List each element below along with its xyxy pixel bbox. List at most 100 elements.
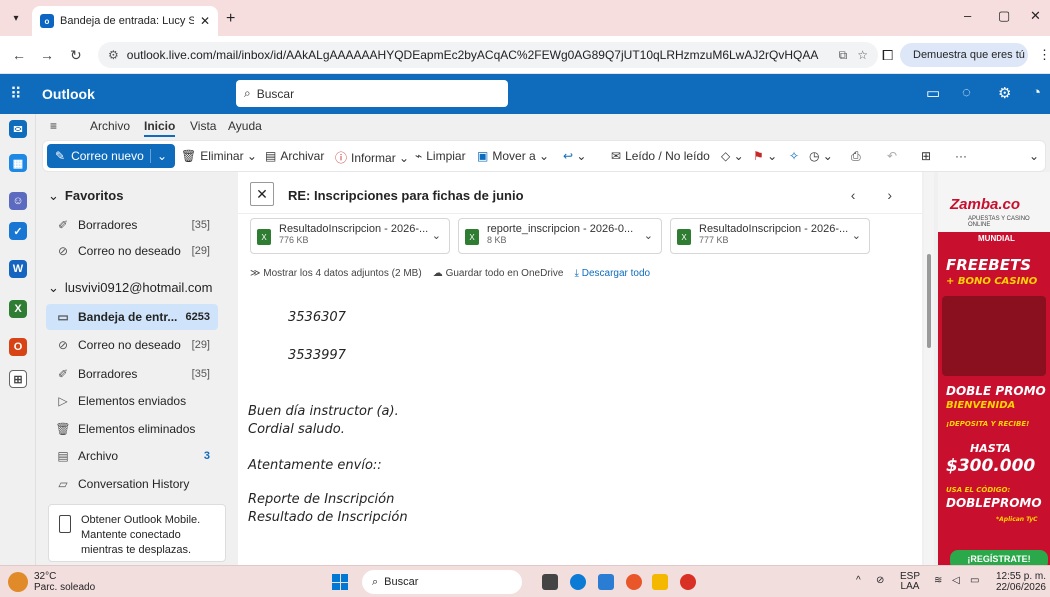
profile-button[interactable]: Demuestra que eres tú xyxy=(900,43,1028,67)
attachment-menu-icon[interactable]: ⌄ xyxy=(852,229,861,242)
folder-drafts[interactable]: ✐ Borradores [35] xyxy=(46,361,218,387)
office-app-icon[interactable]: O xyxy=(9,338,27,356)
url-field[interactable]: ⚙ outlook.live.com/mail/inbox/id/AAkALgA… xyxy=(98,42,878,68)
tab-vista[interactable]: Vista xyxy=(190,119,216,133)
reply-button[interactable]: ↩ ⌄ xyxy=(563,149,586,163)
language-indicator[interactable]: ESP LAA xyxy=(900,572,920,592)
folder-junk[interactable]: ⊘ Correo no deseado [29] xyxy=(46,332,218,358)
start-button[interactable] xyxy=(332,574,348,590)
mail-app-icon[interactable]: ✉ xyxy=(9,120,27,138)
new-tab-button[interactable]: + xyxy=(226,10,235,28)
outlook-brand[interactable]: Outlook xyxy=(42,86,95,102)
people-app-icon[interactable]: ☺ xyxy=(9,192,27,210)
tab-search-icon[interactable]: ▾ xyxy=(8,10,24,26)
search-input[interactable]: ⌕ Buscar xyxy=(236,80,508,107)
ad-register-button[interactable]: ¡REGÍSTRATE! xyxy=(950,550,1048,565)
excel-app-icon[interactable]: X xyxy=(9,300,27,318)
my-day-icon[interactable]: ▭ xyxy=(926,84,940,102)
task-view-icon[interactable] xyxy=(542,574,558,590)
battery-icon[interactable]: ▭ xyxy=(970,576,979,586)
extensions-icon[interactable]: ⧠ xyxy=(882,47,893,64)
edge-icon[interactable] xyxy=(570,574,586,590)
sweep-button[interactable]: ⌁ Limpiar xyxy=(415,149,466,163)
show-attachments-link[interactable]: ≫ Mostrar los 4 datos adjuntos (2 MB) xyxy=(250,268,422,279)
reading-scrollbar[interactable] xyxy=(924,172,934,565)
back-icon[interactable]: ← xyxy=(12,47,26,63)
message-navigation[interactable]: ‹ › xyxy=(851,187,906,203)
flag-button[interactable]: ⚑ ⌄ xyxy=(753,149,777,163)
favorites-header[interactable]: ⌄ Favoritos xyxy=(48,188,123,204)
office-icon[interactable] xyxy=(626,574,642,590)
folder-conversation-history[interactable]: ▱ Conversation History xyxy=(46,471,218,497)
notifications-bell-icon[interactable]: ◌ xyxy=(962,84,971,101)
tab-archivo[interactable]: Archivo xyxy=(90,119,130,133)
folder-archive[interactable]: ▤ Archivo 3 xyxy=(46,443,218,469)
account-avatar-icon[interactable]: ◔ xyxy=(1032,84,1041,101)
new-mail-chevron-icon[interactable]: ⌄ xyxy=(149,149,167,163)
window-close-icon[interactable]: ✕ xyxy=(1030,8,1041,24)
tray-chevron-icon[interactable]: ^ xyxy=(856,576,861,586)
chrome-icon[interactable] xyxy=(680,574,696,590)
browser-tab[interactable]: o Bandeja de entrada: Lucy Stella ✕ xyxy=(32,6,218,36)
calendar-app-icon[interactable]: ▦ xyxy=(9,154,27,172)
pin-icon[interactable]: ✧ xyxy=(789,149,799,163)
reload-icon[interactable]: ↻ xyxy=(70,47,82,64)
inbox-icon: ▭ xyxy=(57,310,69,324)
print-icon[interactable]: ⎙ xyxy=(851,149,861,164)
store-icon[interactable] xyxy=(598,574,614,590)
tag-button[interactable]: ◇ ⌄ xyxy=(721,149,744,163)
folder-inbox[interactable]: ▭ Bandeja de entr... 6253 xyxy=(46,304,218,330)
attachment-card[interactable]: X ResultadoInscripcion - 2026-... 776 KB… xyxy=(250,218,450,254)
site-info-icon[interactable]: ⚙ xyxy=(108,48,119,62)
weather-widget[interactable]: 32°C Parc. soleado xyxy=(8,571,95,593)
app-launcher-icon[interactable]: ⠿ xyxy=(10,84,22,104)
download-all-link[interactable]: ⤓ Descargar todo xyxy=(575,268,651,279)
settings-gear-icon[interactable]: ⚙ xyxy=(998,84,1011,102)
clock[interactable]: 12:55 p. m. 22/06/2026 xyxy=(992,571,1046,593)
close-message-icon[interactable]: ✕ xyxy=(250,182,274,206)
todo-app-icon[interactable]: ✓ xyxy=(9,222,27,240)
report-button[interactable]: ⓘ Informar ⌄ xyxy=(335,149,409,166)
more-options-button[interactable]: ··· xyxy=(955,149,967,163)
undo-icon[interactable]: ↶ xyxy=(887,149,897,163)
install-app-icon[interactable]: ⧉ xyxy=(839,48,848,63)
folder-favorites-drafts[interactable]: ✐ Borradores [35] xyxy=(46,212,218,238)
file-explorer-icon[interactable] xyxy=(652,574,668,590)
tray-mute-icon[interactable]: ⊘ xyxy=(876,576,884,586)
folder-favorites-junk[interactable]: ⊘ Correo no deseado [29] xyxy=(46,238,218,264)
taskbar-search[interactable]: ⌕ Buscar xyxy=(362,570,522,594)
restore-icon[interactable]: ▢ xyxy=(998,8,1010,24)
folder-deleted[interactable]: 🗑 Elementos eliminados xyxy=(46,416,218,442)
delete-button[interactable]: 🗑 Eliminar ⌄ xyxy=(181,149,257,163)
advertisement[interactable]: Zamba.co APUESTAS Y CASINO ONLINE MUNDIA… xyxy=(938,172,1050,565)
forward-icon[interactable]: → xyxy=(40,47,54,63)
account-header[interactable]: ⌄ lusvivi0912@hotmail.com xyxy=(48,280,213,296)
more-apps-icon[interactable]: ⊞ xyxy=(9,370,27,388)
browser-menu-icon[interactable]: ⋮ xyxy=(1038,47,1050,63)
scroll-thumb[interactable] xyxy=(927,254,931,348)
word-app-icon[interactable]: W xyxy=(9,260,27,278)
read-unread-button[interactable]: ✉ Leído / No leído xyxy=(611,149,710,163)
folder-count: [29] xyxy=(191,245,210,257)
ribbon-expand-icon[interactable]: ⌄ xyxy=(1029,149,1039,163)
minimize-icon[interactable]: – xyxy=(964,8,971,23)
attachment-menu-icon[interactable]: ⌄ xyxy=(432,229,441,242)
tab-inicio[interactable]: Inicio xyxy=(144,119,176,137)
tab-close-icon[interactable]: ✕ xyxy=(200,14,210,28)
snooze-button[interactable]: ◷ ⌄ xyxy=(809,149,833,163)
save-onedrive-link[interactable]: ☁ Guardar todo en OneDrive xyxy=(433,268,564,279)
attachment-menu-icon[interactable]: ⌄ xyxy=(644,229,653,242)
bookmark-star-icon[interactable]: ☆ xyxy=(857,48,868,62)
ribbon-menu-icon[interactable]: ≡ xyxy=(50,119,57,133)
move-button[interactable]: ▣ Mover a ⌄ xyxy=(477,149,549,163)
new-mail-button[interactable]: ✎ Correo nuevo ⌄ xyxy=(47,144,175,168)
attachment-card[interactable]: X ResultadoInscripcion - 2026-... 777 KB… xyxy=(670,218,870,254)
attachment-card[interactable]: X reporte_inscripcion - 2026-0... 8 KB ⌄ xyxy=(458,218,662,254)
archive-button[interactable]: ▤ Archivar xyxy=(265,149,324,163)
wifi-icon[interactable]: ≋ xyxy=(934,576,942,586)
volume-icon[interactable]: ◁ xyxy=(952,576,960,586)
folder-sent[interactable]: ▷ Elementos enviados xyxy=(46,388,218,414)
outlook-mobile-promo[interactable]: Obtener Outlook Mobile. Mantente conecta… xyxy=(48,504,226,562)
tab-ayuda[interactable]: Ayuda xyxy=(228,119,262,133)
immersive-reader-icon[interactable]: ⊞ xyxy=(921,149,931,163)
